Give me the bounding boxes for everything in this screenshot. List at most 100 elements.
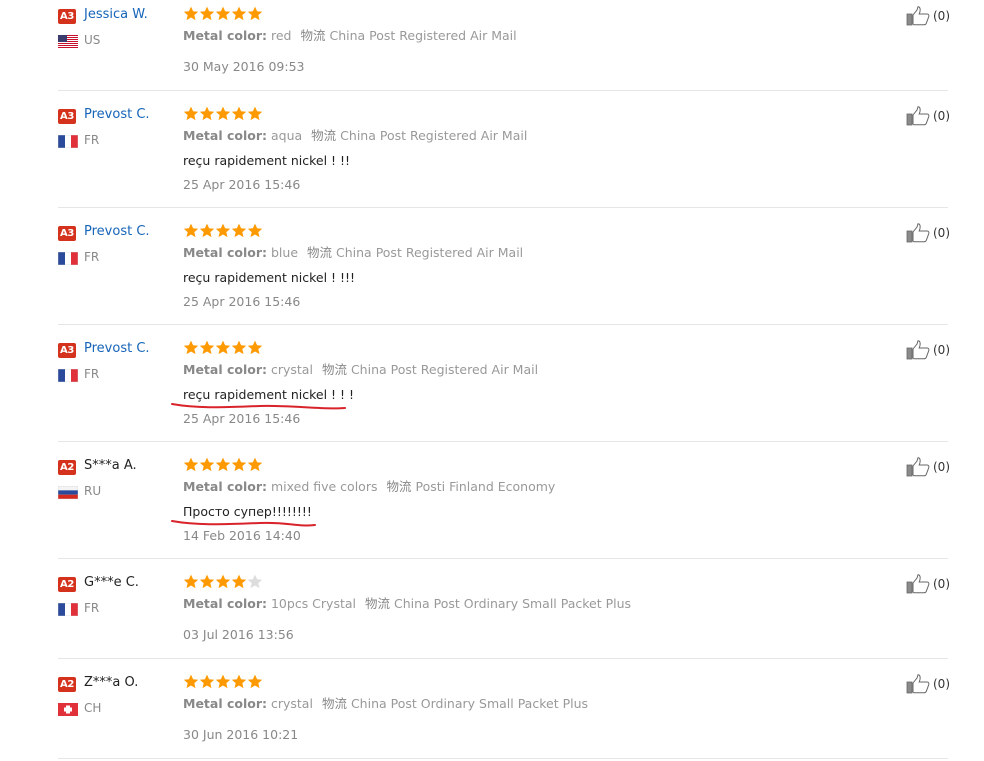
metal-color-label: Metal color: [183, 362, 267, 377]
country-flag-icon [57, 484, 79, 500]
star-icon [183, 106, 199, 121]
review-text: reçu rapidement nickel ! !!! [183, 270, 356, 285]
buyer-name[interactable]: Prevost C. [84, 224, 150, 240]
star-icon [247, 223, 263, 238]
review-date: 03 Jul 2016 13:56 [183, 627, 294, 642]
buyer-name[interactable]: Prevost C. [84, 107, 150, 123]
star-icon [183, 6, 199, 21]
order-info: Metal color: mixed five colors 物流 Posti F… [183, 479, 555, 495]
star-icon [215, 574, 231, 589]
metal-color-value: crystal [270, 362, 313, 377]
thumbs-up-icon [906, 457, 930, 477]
like-count: (0) [933, 460, 950, 474]
like-count: (0) [933, 9, 950, 23]
thumbs-up-icon [906, 340, 930, 360]
review-item: A2 Z***a O. CH Metal color: crystal 物流 China… [0, 674, 984, 758]
metal-color-value: crystal [270, 696, 313, 711]
star-icon [199, 223, 215, 238]
country-flag-icon [57, 133, 79, 149]
hand-drawn-underline [171, 403, 346, 410]
thumbs-up-icon [906, 574, 930, 594]
metal-color-label: Metal color: [183, 696, 267, 711]
thumbs-up-icon [906, 674, 930, 694]
like-count: (0) [933, 677, 950, 691]
star-icon [231, 340, 247, 355]
star-icon [247, 457, 263, 472]
review-divider [58, 90, 948, 91]
review-item: A3 Prevost C. FR Metal color: crystal 物流 Chi… [0, 340, 984, 441]
metal-color-label: Metal color: [183, 596, 267, 611]
buyer-name[interactable]: Prevost C. [84, 341, 150, 357]
metal-color-value: red [270, 28, 292, 43]
review-date: 30 May 2016 09:53 [183, 59, 305, 74]
star-rating [183, 574, 263, 590]
star-rating [183, 106, 263, 122]
country-flag-icon [58, 33, 78, 48]
buyer-level-badge: A3 [58, 9, 76, 24]
star-icon [199, 106, 215, 121]
buyer-level-badge: A2 [58, 677, 76, 692]
like-count: (0) [933, 109, 950, 123]
logistics-label: 物流 [311, 128, 337, 143]
review-date: 25 Apr 2016 15:46 [183, 177, 301, 192]
order-info: Metal color: 10pcs Crystal 物流 China Post … [183, 596, 631, 612]
buyer-country: FR [84, 367, 100, 381]
country-flag-icon [57, 601, 79, 617]
review-item: A2 S***a A. RU Metal color: mixed five colo… [0, 457, 984, 558]
review-divider [58, 658, 948, 659]
like-count: (0) [933, 226, 950, 240]
star-rating [183, 340, 263, 356]
logistics-label: 物流 [321, 696, 347, 711]
logistics-label: 物流 [321, 362, 347, 377]
country-flag-icon [57, 367, 79, 383]
star-icon [215, 223, 231, 238]
logistics-label: 物流 [386, 479, 412, 494]
review-divider [58, 207, 948, 208]
review-divider [58, 324, 948, 325]
star-icon [183, 223, 199, 238]
logistics-label: 物流 [307, 245, 333, 260]
buyer-country: US [84, 33, 101, 47]
star-rating [183, 674, 263, 690]
review-divider [58, 441, 948, 442]
star-icon [231, 106, 247, 121]
country-flag-icon [57, 250, 79, 266]
buyer-level-badge: A2 [58, 577, 76, 592]
metal-color-value: aqua [270, 128, 303, 143]
logistics-label: 物流 [365, 596, 391, 611]
metal-color-value: 10pcs Crystal [270, 596, 356, 611]
buyer-name: Z***a O. [84, 675, 139, 690]
star-icon [247, 106, 263, 121]
like-count: (0) [933, 577, 950, 591]
star-icon [247, 674, 263, 689]
order-info: Metal color: red 物流 China Post Registered… [183, 28, 517, 44]
review-item: A3 Jessica W. US Metal color: red 物流 China P… [0, 6, 984, 90]
buyer-name: S***a A. [84, 458, 137, 473]
review-date: 25 Apr 2016 15:46 [183, 294, 301, 309]
metal-color-label: Metal color: [183, 28, 267, 43]
review-date: 30 Jun 2016 10:21 [183, 727, 299, 742]
logistics-value: China Post Registered Air Mail [350, 362, 539, 377]
buyer-country: FR [84, 601, 100, 615]
buyer-country: CH [84, 701, 102, 715]
star-icon [247, 340, 263, 355]
star-rating [183, 457, 263, 473]
star-icon [231, 674, 247, 689]
review-item: A2 G***e C. FR Metal color: 10pcs Crystal 物流… [0, 574, 984, 658]
star-icon [199, 6, 215, 21]
buyer-name: G***e C. [84, 575, 139, 590]
buyer-country: RU [84, 484, 102, 498]
order-info: Metal color: aqua 物流 China Post Registere… [183, 128, 527, 144]
buyer-name[interactable]: Jessica W. [84, 7, 148, 23]
star-icon [199, 674, 215, 689]
order-info: Metal color: crystal 物流 China Post Regist… [183, 362, 538, 378]
buyer-level-badge: A3 [58, 343, 76, 358]
buyer-level-badge: A2 [58, 460, 76, 475]
buyer-country: FR [84, 133, 100, 147]
star-icon [183, 674, 199, 689]
buyer-level-badge: A3 [58, 226, 76, 241]
logistics-value: China Post Ordinary Small Packet Plus [350, 696, 589, 711]
star-icon [215, 674, 231, 689]
review-list: A3 Jessica W. US Metal color: red 物流 China P… [0, 0, 984, 761]
review-divider [58, 758, 948, 759]
